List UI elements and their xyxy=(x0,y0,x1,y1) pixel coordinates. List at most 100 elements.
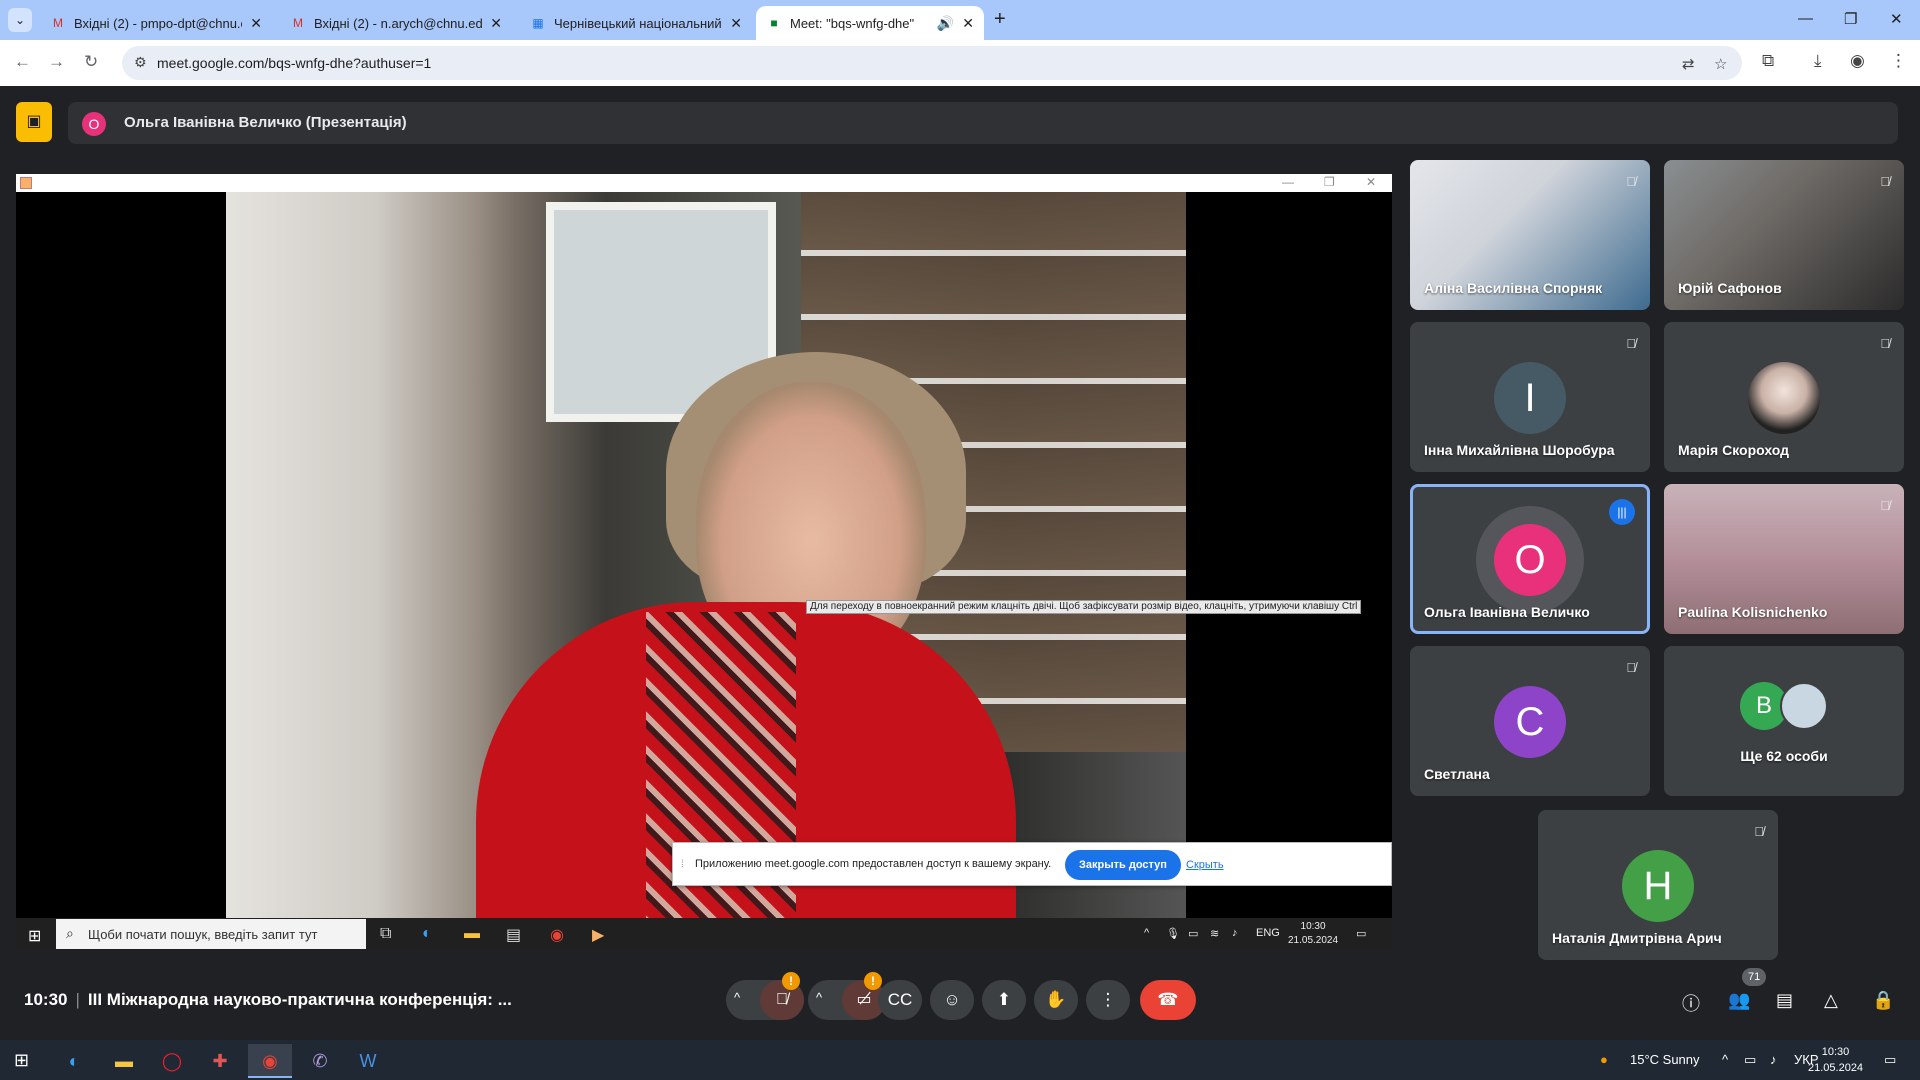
meet-icon: ■ xyxy=(770,16,778,30)
share-message: Приложению meet.google.com предоставлен … xyxy=(695,858,1052,870)
weather-text[interactable]: 15°C Sunny xyxy=(1630,1052,1700,1067)
tab-gmail-1[interactable]: M Вхідні (2) - pmpo-dpt@chnu.edu.ua ✕ xyxy=(40,6,272,40)
clock-time: 10:30 xyxy=(1821,1046,1850,1058)
battery-icon: ▭ xyxy=(1188,928,1199,940)
site-info-icon[interactable]: ⚙ xyxy=(134,54,147,71)
restore-icon: ❐ xyxy=(1324,175,1335,189)
word-icon[interactable]: W xyxy=(346,1044,390,1078)
tab-title: Вхідні (2) - pmpo-dpt@chnu.edu.ua xyxy=(74,15,242,31)
participant-tile[interactable]: 🎙̸ Марія Скороход xyxy=(1664,322,1904,472)
meeting-details-icon[interactable]: ⓘ xyxy=(1682,990,1700,1016)
emoji-icon[interactable]: ☺ xyxy=(930,980,974,1020)
chevron-up-icon[interactable]: ^ xyxy=(734,990,740,1005)
translate-icon[interactable]: ⇄ xyxy=(1682,55,1695,73)
more-participants-tile[interactable]: В Ще 62 особи xyxy=(1664,646,1904,796)
mic-off-icon: 🎙̸ xyxy=(1626,336,1636,351)
profile-avatar[interactable]: ◉ xyxy=(1850,51,1865,71)
shared-window-titlebar: — ❐ ✕ xyxy=(16,174,1392,192)
participant-avatar: І xyxy=(1494,362,1566,434)
restore-icon[interactable]: ❐ xyxy=(1844,10,1857,28)
shared-clock: 10:30 21.05.2024 xyxy=(1288,920,1338,948)
participant-name: Светлана xyxy=(1424,766,1490,782)
reload-icon[interactable]: ↻ xyxy=(84,52,98,72)
download-icon[interactable]: ⤓ xyxy=(1814,51,1822,71)
meet-controls-bar: 10:30 | ІІІ Міжнародна науково-практична к… xyxy=(0,960,1920,1040)
host-controls-icon[interactable]: 🔒 xyxy=(1872,990,1894,1011)
os-clock[interactable]: 10:30 21.05.2024 xyxy=(1808,1044,1863,1076)
address-bar[interactable]: ⚙ meet.google.com/bqs-wnfg-dhe?authuser=… xyxy=(122,46,1742,80)
menu-icon[interactable]: ⋮ xyxy=(1890,51,1907,71)
shared-taskbar: ⊞ ⌕ Щоби почати пошук, введіть запит тут… xyxy=(16,918,1392,950)
new-tab-button[interactable]: + xyxy=(994,8,1006,31)
tab-calendar[interactable]: ▦ Чернівецький національний у ✕ xyxy=(520,6,752,40)
notifications-icon[interactable]: ▭ xyxy=(1884,1052,1896,1068)
participant-tile[interactable]: 🎙̸ Paulina Kolisnichenko xyxy=(1664,484,1904,634)
close-icon[interactable]: ✕ xyxy=(250,15,262,32)
back-icon[interactable]: ← xyxy=(14,52,31,72)
more-options-icon[interactable]: ⋮ xyxy=(1086,980,1130,1020)
tab-search-button[interactable]: ⌄ xyxy=(8,8,32,32)
screen-share-banner: ⁞ Приложению meet.google.com предоставле… xyxy=(672,842,1392,886)
opera-icon[interactable]: ◯ xyxy=(150,1044,194,1078)
extensions-icon[interactable]: ⧉ xyxy=(1762,51,1774,71)
present-screen-icon[interactable]: ⬆ xyxy=(982,980,1026,1020)
edge-icon[interactable]: ◐ xyxy=(52,1044,96,1078)
activities-icon[interactable]: △ xyxy=(1824,990,1838,1011)
viber-icon[interactable]: ✆ xyxy=(298,1044,342,1078)
chevron-up-icon[interactable]: ^ xyxy=(816,990,822,1005)
participant-name: Аліна Василівна Спорняк xyxy=(1424,280,1603,296)
bookmark-star-icon[interactable]: ☆ xyxy=(1714,55,1727,73)
participant-tile[interactable]: 🎙̸ Аліна Василівна Спорняк xyxy=(1410,160,1650,310)
participant-tile-speaking[interactable]: ||| О Ольга Іванівна Величко xyxy=(1410,484,1650,634)
participant-avatar: Н xyxy=(1622,850,1694,922)
captions-icon[interactable]: CC xyxy=(878,980,922,1020)
participant-tile[interactable]: 🎙̸ С Светлана xyxy=(1410,646,1650,796)
camera-control[interactable]: ^ ▭̸ ! xyxy=(808,972,886,1020)
close-icon: ✕ xyxy=(1366,175,1377,189)
close-icon[interactable]: ✕ xyxy=(490,15,502,32)
participant-avatar: О xyxy=(1494,524,1566,596)
mic-control[interactable]: ^ 🎙̸ ! xyxy=(726,972,804,1020)
raise-hand-icon[interactable]: ✋ xyxy=(1034,980,1078,1020)
browser-tabstrip: ⌄ M Вхідні (2) - pmpo-dpt@chnu.edu.ua ✕ … xyxy=(0,0,1920,40)
participant-tile[interactable]: 🎙̸ І Інна Михайлівна Шоробура xyxy=(1410,322,1650,472)
stop-presenting-icon[interactable]: ▣ xyxy=(16,102,52,142)
participant-name: Ольга Іванівна Величко xyxy=(1424,604,1590,620)
gmail-icon: M xyxy=(53,16,63,30)
shared-screen[interactable]: — ❐ ✕ Для переходу в повноекранний режим… xyxy=(16,174,1392,950)
tray-chevron-icon[interactable]: ^ xyxy=(1722,1052,1728,1067)
hide-link[interactable]: Скрыть xyxy=(1186,859,1224,871)
close-icon[interactable]: ✕ xyxy=(730,15,742,32)
warning-icon: ! xyxy=(782,972,800,990)
app-icon[interactable]: ✚ xyxy=(198,1044,242,1078)
presenter-video xyxy=(226,192,1186,918)
tab-meet[interactable]: ■ Meet: "bqs-wnfg-dhe" 🔊 ✕ xyxy=(756,6,984,40)
mic-icon: 🎙 xyxy=(1166,928,1180,940)
participant-tile[interactable]: 🎙̸ Юрій Сафонов xyxy=(1664,160,1904,310)
people-count-badge: 71 xyxy=(1742,968,1767,986)
gmail-icon: M xyxy=(293,16,303,30)
drag-handle-icon[interactable]: ⁞ xyxy=(681,859,684,870)
minimize-icon[interactable]: — xyxy=(1798,10,1813,27)
chat-icon[interactable]: ▤ xyxy=(1776,990,1793,1011)
folder-icon[interactable]: ▬ xyxy=(102,1044,146,1078)
presenter-pill: О Ольга Іванівна Величко (Презентація) xyxy=(68,102,1898,144)
hang-up-button[interactable]: ☎ xyxy=(1140,980,1196,1020)
network-icon[interactable]: ▭ xyxy=(1744,1052,1756,1068)
speaker-icon[interactable]: 🔊 xyxy=(937,15,954,32)
participant-name: Юрій Сафонов xyxy=(1678,280,1782,296)
close-icon[interactable]: ✕ xyxy=(962,15,974,32)
stop-sharing-button[interactable]: Закрыть доступ xyxy=(1065,850,1181,880)
chrome-icon[interactable]: ◉ xyxy=(248,1044,292,1078)
close-window-icon[interactable]: ✕ xyxy=(1890,10,1903,28)
fullscreen-tooltip: Для переходу в повноекранний режим клацн… xyxy=(806,600,1362,614)
participant-tile[interactable]: 🎙̸ Н Наталія Дмитрівна Арич xyxy=(1538,810,1778,960)
forward-icon[interactable]: → xyxy=(48,52,65,72)
warning-icon: ! xyxy=(864,972,882,990)
tab-gmail-2[interactable]: M Вхідні (2) - n.arych@chnu.edu.ua ✕ xyxy=(280,6,512,40)
meeting-info: 10:30 | ІІІ Міжнародна науково-практична к… xyxy=(24,990,512,1010)
windows-start-icon[interactable]: ⊞ xyxy=(14,1050,29,1071)
volume-icon[interactable]: ♪ xyxy=(1770,1052,1777,1067)
tab-title: Meet: "bqs-wnfg-dhe" xyxy=(790,15,915,31)
people-icon[interactable]: 👥 xyxy=(1728,990,1750,1011)
